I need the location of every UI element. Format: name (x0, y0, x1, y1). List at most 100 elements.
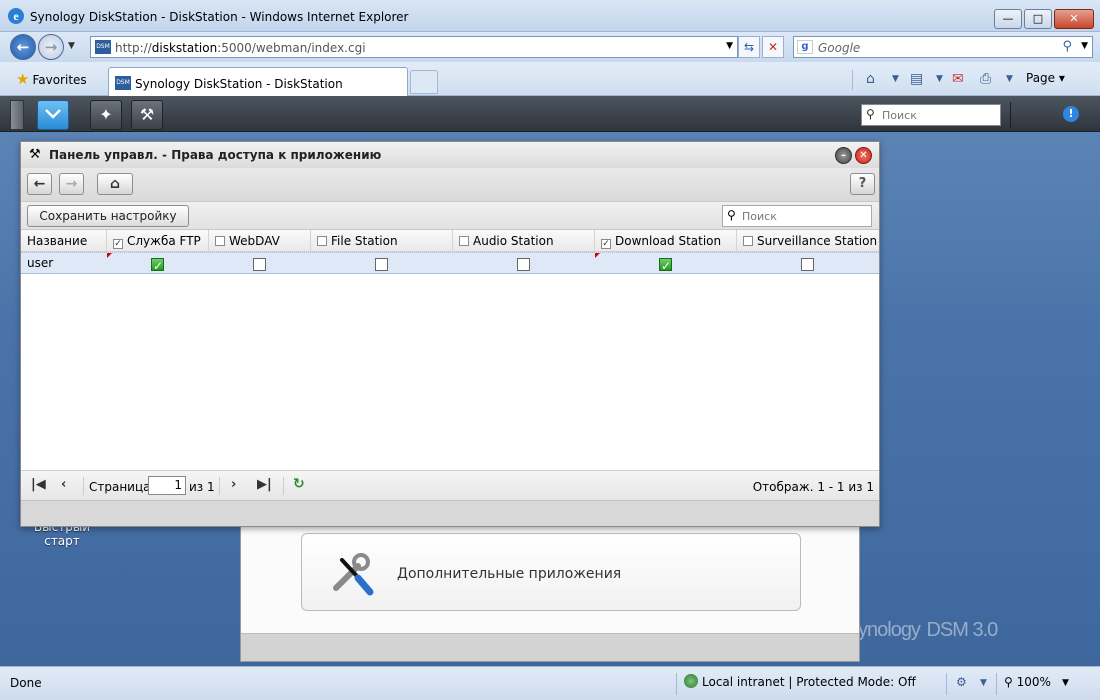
new-tab-button[interactable] (410, 70, 438, 94)
last-page-icon[interactable]: ▶| (257, 477, 272, 492)
refresh-icon[interactable]: ⇆ (738, 36, 760, 58)
tab-diskstation[interactable]: DSM Synology DiskStation - DiskStation (108, 67, 408, 96)
taskbar-divider (1010, 102, 1011, 128)
control-panel-icon: ⚒ (29, 147, 41, 162)
checkbox-checked[interactable] (151, 256, 164, 276)
checkbox-checked[interactable] (659, 256, 672, 276)
zoom-level[interactable]: ⚲ 100% (1004, 675, 1051, 689)
column-header-ftp[interactable]: ✓ Служба FTP (107, 230, 209, 252)
display-count-text: Отображ. 1 - 1 из 1 (752, 480, 874, 494)
refresh-icon[interactable]: ↻ (293, 476, 305, 492)
control-panel-window: ⚒ Панель управл. - Права доступа к прило… (20, 141, 880, 527)
column-checkbox-surveillance-station[interactable] (743, 236, 753, 246)
protected-mode-icon[interactable]: ⚙ (956, 675, 967, 689)
home-icon[interactable]: ⌂ (97, 173, 133, 195)
column-header-name[interactable]: Название (21, 230, 107, 252)
save-settings-button[interactable]: Сохранить настройку (27, 205, 189, 227)
window-close-button[interactable]: ✕ (855, 147, 872, 164)
column-checkbox-file-station[interactable] (317, 236, 327, 246)
taskbar-grip[interactable] (10, 100, 24, 130)
window-footer (21, 500, 879, 526)
help-icon[interactable]: ? (850, 173, 875, 195)
dsm-search-input[interactable]: ⚲ Поиск (861, 104, 1001, 126)
browser-search-input[interactable]: g Google ⚲ ▼ (793, 36, 1093, 58)
magic-wand-icon[interactable]: ✦ (90, 100, 122, 130)
synology-brand-logo: ynology DSM 3.0 (858, 619, 998, 641)
minimize-button[interactable]: — (994, 9, 1022, 29)
grid-search-input[interactable]: ⚲ Поиск (722, 205, 872, 227)
control-panel-icon[interactable]: ⚒ (131, 100, 163, 130)
protected-mode-dropdown-icon[interactable]: ▼ (980, 678, 987, 688)
stop-icon[interactable]: ✕ (762, 36, 784, 58)
address-url[interactable]: http://diskstation:5000/webman/index.cgi (115, 41, 366, 55)
browser-status-bar: Done Local intranet | Protected Mode: Of… (0, 666, 1100, 700)
ie-logo-icon: e (8, 8, 24, 24)
grid-toolbar: Сохранить настройку ⚲ Поиск (21, 202, 879, 230)
status-text: Done (10, 676, 42, 690)
search-icon[interactable]: ⚲ (1062, 39, 1072, 54)
close-window-button[interactable]: ✕ (1054, 9, 1094, 29)
grid-header: Название ✓ Служба FTP WebDAV File Station… (21, 230, 879, 252)
checkbox-unchecked[interactable] (517, 258, 530, 271)
column-header-audio-station[interactable]: Audio Station (453, 230, 595, 252)
dsm-taskbar: ✦ ⚒ ⚲ Поиск ! (0, 96, 1100, 132)
pager-divider (283, 477, 284, 495)
maximize-button[interactable]: □ (1024, 9, 1052, 29)
background-window-footer (241, 633, 859, 661)
column-header-download-station[interactable]: ✓ Download Station (595, 230, 737, 252)
search-options-dropdown-icon[interactable]: ▼ (1081, 41, 1088, 51)
paging-toolbar: |◀ ‹ Страница 1 из 1 › ▶| ↻ Отображ. 1 -… (21, 470, 879, 500)
page-menu-button[interactable]: Page ▾ (1026, 71, 1065, 85)
browser-forward-button[interactable]: → (38, 34, 64, 60)
page-number-input[interactable]: 1 (148, 476, 186, 495)
favorites-button[interactable]: ★ Favorites (16, 70, 87, 88)
column-checkbox-audio-station[interactable] (459, 236, 469, 246)
notification-icon[interactable]: ! (1063, 106, 1079, 122)
grid-empty-area (21, 274, 879, 470)
checkbox-unchecked[interactable] (253, 258, 266, 271)
checkbox-unchecked[interactable] (375, 258, 388, 271)
window-header[interactable]: ⚒ Панель управл. - Права доступа к прило… (21, 142, 879, 168)
next-page-icon[interactable]: › (231, 477, 236, 492)
column-header-webdav[interactable]: WebDAV (209, 230, 311, 252)
previous-page-icon[interactable]: ‹ (61, 477, 66, 492)
home-icon[interactable]: ⌂ (866, 71, 875, 87)
column-checkbox-download-station[interactable]: ✓ (601, 239, 611, 249)
checkbox-unchecked[interactable] (801, 258, 814, 271)
search-icon: ⚲ (866, 107, 875, 121)
back-arrow-icon[interactable]: ← (27, 173, 52, 195)
table-row[interactable]: user (21, 252, 879, 276)
column-checkbox-webdav[interactable] (215, 236, 225, 246)
page-label: Страница (89, 480, 151, 494)
dsm-desktop: ✦ ⚒ ⚲ Поиск ! Быстрый старт ynology DSM … (0, 96, 1100, 666)
column-checkbox-ftp[interactable]: ✓ (113, 239, 123, 249)
column-header-file-station[interactable]: File Station (311, 230, 453, 252)
browser-back-button[interactable]: ← (10, 34, 36, 60)
browser-title-bar: e Synology DiskStation - DiskStation - W… (0, 0, 1100, 32)
address-dropdown-icon[interactable]: ▼ (726, 41, 733, 51)
feeds-dropdown-icon[interactable]: ▼ (936, 74, 943, 84)
zoom-dropdown-icon[interactable]: ▼ (1062, 678, 1069, 688)
star-icon: ★ (16, 70, 30, 88)
tools-icon (333, 553, 374, 596)
recent-pages-dropdown-icon[interactable]: ▼ (68, 41, 75, 51)
status-divider (676, 673, 677, 695)
column-header-surveillance-station[interactable]: Surveillance Station (737, 230, 879, 252)
page-count-label: из 1 (189, 480, 215, 494)
mail-icon[interactable]: ✉ (952, 71, 964, 87)
print-dropdown-icon[interactable]: ▼ (1006, 74, 1013, 84)
pager-divider (83, 477, 84, 495)
first-page-icon[interactable]: |◀ (31, 477, 46, 492)
feeds-icon[interactable]: ▤ (910, 71, 923, 87)
forward-arrow-icon[interactable]: → (59, 173, 84, 195)
window-minimize-button[interactable]: – (835, 147, 852, 164)
address-input[interactable]: DSM http://diskstation:5000/webman/index… (90, 36, 738, 58)
print-icon[interactable]: ⎙ (980, 71, 991, 87)
security-zone[interactable]: Local intranet | Protected Mode: Off (684, 674, 916, 689)
main-menu-button[interactable] (37, 100, 69, 130)
home-dropdown-icon[interactable]: ▼ (892, 74, 899, 84)
additional-apps-card[interactable]: Дополнительные приложения (301, 533, 801, 611)
intranet-globe-icon (684, 674, 698, 688)
toolbar-divider (852, 70, 853, 90)
status-divider (946, 673, 947, 695)
